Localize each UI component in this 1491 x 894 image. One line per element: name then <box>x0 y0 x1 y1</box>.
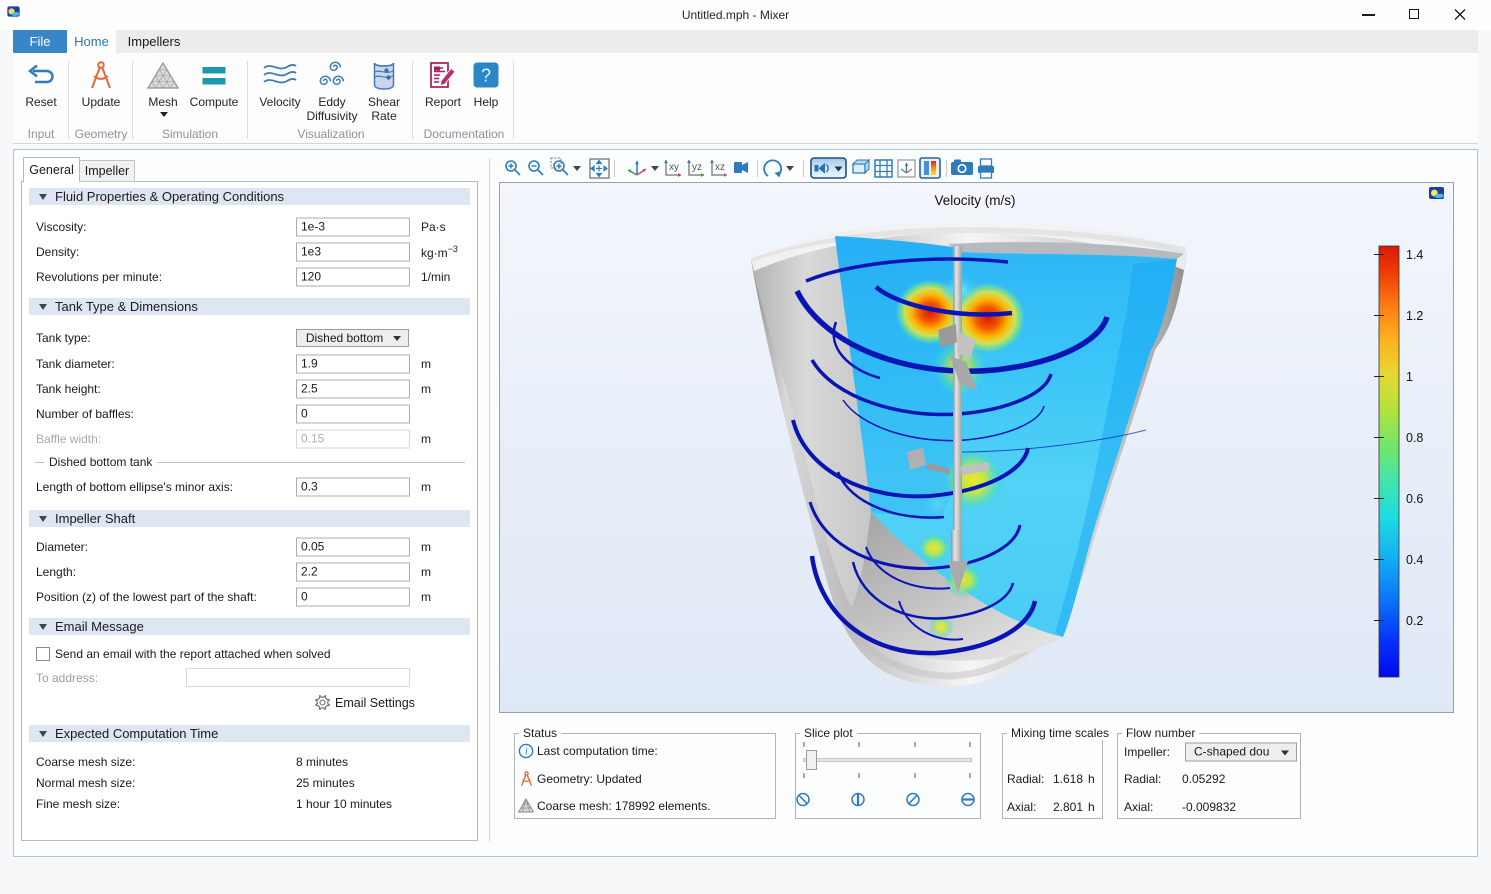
svg-text:0.8: 0.8 <box>1406 431 1423 445</box>
svg-text:xy: xy <box>669 162 679 173</box>
svg-text:1.4: 1.4 <box>1406 248 1423 262</box>
svg-text:?: ? <box>481 66 491 86</box>
svg-text:0.2: 0.2 <box>1406 614 1423 628</box>
svg-text:Velocity (m/s): Velocity (m/s) <box>934 193 1015 208</box>
svg-text:xz: xz <box>715 162 725 173</box>
svg-text:i: i <box>525 747 528 758</box>
svg-text:yz: yz <box>692 162 702 173</box>
svg-text:0.4: 0.4 <box>1406 553 1423 567</box>
svg-text:1.2: 1.2 <box>1406 309 1423 323</box>
svg-text:1: 1 <box>1406 370 1413 384</box>
svg-text:0.6: 0.6 <box>1406 492 1423 506</box>
